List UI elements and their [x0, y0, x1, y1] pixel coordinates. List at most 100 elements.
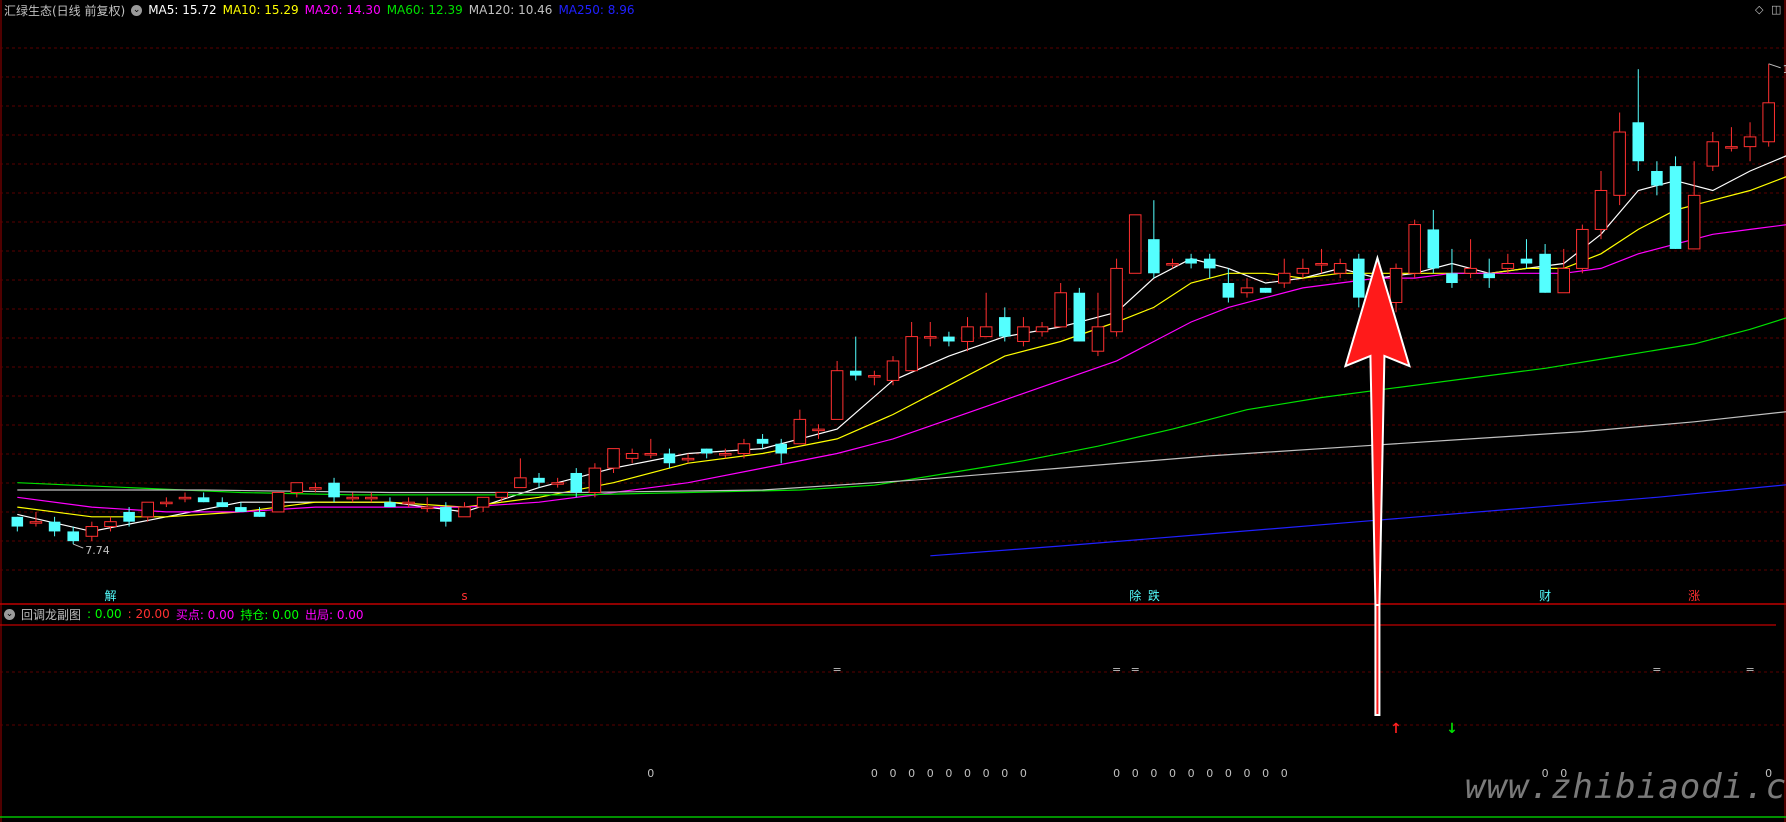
zero-value: 0: [871, 767, 878, 780]
candle-body-up: [495, 491, 509, 498]
candle-body-up: [402, 501, 415, 505]
zero-value: 0: [964, 767, 971, 780]
zero-value: 0: [1020, 767, 1027, 780]
candle-body-up: [458, 506, 471, 518]
candle-body-up: [271, 491, 285, 513]
equals-mark: =: [1745, 663, 1754, 676]
indicator-item: 买点: 0.00: [175, 607, 235, 622]
main-price-chart[interactable]: 汇绿生态(日线 前复权) ⌄ MA5: 15.72 MA10: 15.29 MA…: [0, 0, 1786, 605]
equals-mark: =: [1112, 663, 1121, 676]
candle-body-down: [1222, 283, 1235, 298]
ma-item: MA60: 12.39: [386, 3, 463, 17]
candle-body-down: [1669, 166, 1682, 249]
candle-body-down: [1446, 273, 1458, 284]
candle-body-down: [11, 516, 24, 527]
candle-body-up: [1240, 287, 1254, 294]
candle-body-down: [999, 317, 1011, 337]
candle-body-up: [961, 326, 974, 342]
candlestick-chart: 17.497.74解s除跌财涨: [0, 0, 1786, 605]
candle-body-up: [1743, 136, 1757, 148]
zero-value: 0: [1169, 767, 1176, 780]
candle-body-down: [216, 502, 229, 508]
candle-body-up: [644, 452, 658, 456]
candle-body-down: [253, 511, 266, 517]
indicator-item: : 0.00: [87, 607, 122, 621]
ma-item: MA20: 14.30: [304, 3, 381, 17]
buy-arrow: ↑: [1390, 721, 1402, 737]
stock-title: 汇绿生态(日线 前复权): [4, 3, 126, 18]
candle-body-up: [681, 457, 695, 461]
zero-value: 0: [1225, 767, 1232, 780]
candle-body-up: [1315, 263, 1328, 266]
ma-item: MA120: 10.46: [468, 3, 553, 17]
candle-body-up: [1408, 224, 1421, 274]
settings-dropdown-icon[interactable]: ⌄: [131, 4, 143, 16]
watermark: www.zhibiaodi.com: [1465, 767, 1786, 807]
ma-line-ma10: [17, 176, 1786, 518]
candle-body-up: [365, 496, 378, 500]
candle-body-down: [328, 482, 340, 498]
candle-body-down: [1539, 253, 1551, 293]
candle-body-down: [700, 448, 713, 454]
ma-line-ma120: [17, 411, 1786, 494]
candle-body-up: [1035, 326, 1049, 333]
candle-body-up: [1333, 263, 1347, 274]
candle-body-up: [1110, 267, 1123, 333]
candle-body-up: [625, 452, 639, 459]
ma-item: MA250: 8.96: [558, 3, 635, 17]
candle-body-up: [1557, 267, 1571, 294]
candle-body-down: [440, 507, 452, 522]
candle-body-up: [607, 448, 620, 469]
candle-body-down: [663, 453, 676, 464]
candle-body-down: [384, 502, 396, 508]
candle-body-down: [1259, 287, 1272, 293]
candle-body-up: [719, 452, 732, 456]
candle-body-up: [514, 477, 527, 489]
candle-body-up: [290, 482, 304, 493]
candle-body-down: [1353, 258, 1365, 298]
candle-body-down: [775, 443, 787, 454]
candle-body-up: [178, 496, 192, 500]
candle-body-up: [1725, 146, 1738, 149]
zero-value: 0: [983, 767, 990, 780]
candle-body-up: [1613, 131, 1626, 196]
candle-body-up: [160, 501, 173, 505]
indicator-dropdown-icon[interactable]: ⌄: [4, 608, 15, 620]
event-marker: s: [461, 589, 467, 603]
candle-body-up: [1017, 326, 1030, 342]
candle-body-up: [1501, 263, 1515, 269]
ma-line-ma250: [930, 484, 1786, 557]
candle-body-up: [309, 487, 322, 490]
candle-body-down: [1483, 273, 1495, 279]
equals-mark: =: [832, 663, 841, 676]
candle-body-down: [1073, 292, 1086, 342]
sell-arrow: ↓: [1446, 721, 1458, 737]
candle-body-down: [943, 336, 955, 342]
candle-body-up: [420, 506, 434, 510]
event-marker: 财: [1539, 589, 1551, 603]
zero-value: 0: [1281, 767, 1288, 780]
candle-body-up: [1054, 292, 1067, 328]
candle-body-down: [1148, 239, 1160, 274]
zero-value: 0: [1206, 767, 1213, 780]
candle-body-down: [1632, 122, 1645, 162]
indicator-title: 回调龙副图: [21, 607, 82, 622]
annotation-arrow-shaft: [1374, 605, 1381, 716]
candle-body-down: [197, 497, 210, 503]
candle-body-up: [979, 326, 993, 338]
event-marker: 除: [1129, 588, 1141, 603]
low-pointer: [73, 543, 84, 549]
candle-body-down: [533, 477, 545, 483]
candle-body-down: [1520, 258, 1533, 264]
candle-body-up: [1762, 102, 1775, 143]
zero-value: 0: [890, 767, 897, 780]
zero-value: 0: [1244, 767, 1251, 780]
candle-body-down: [67, 531, 79, 542]
zero-value: 0: [945, 767, 952, 780]
candle-body-up: [104, 521, 117, 528]
candle-body-down: [1651, 170, 1663, 186]
candle-body-down: [1427, 229, 1440, 269]
zero-value: 0: [1188, 767, 1195, 780]
zero-value: 0: [1262, 767, 1269, 780]
candle-body-up: [476, 496, 490, 508]
